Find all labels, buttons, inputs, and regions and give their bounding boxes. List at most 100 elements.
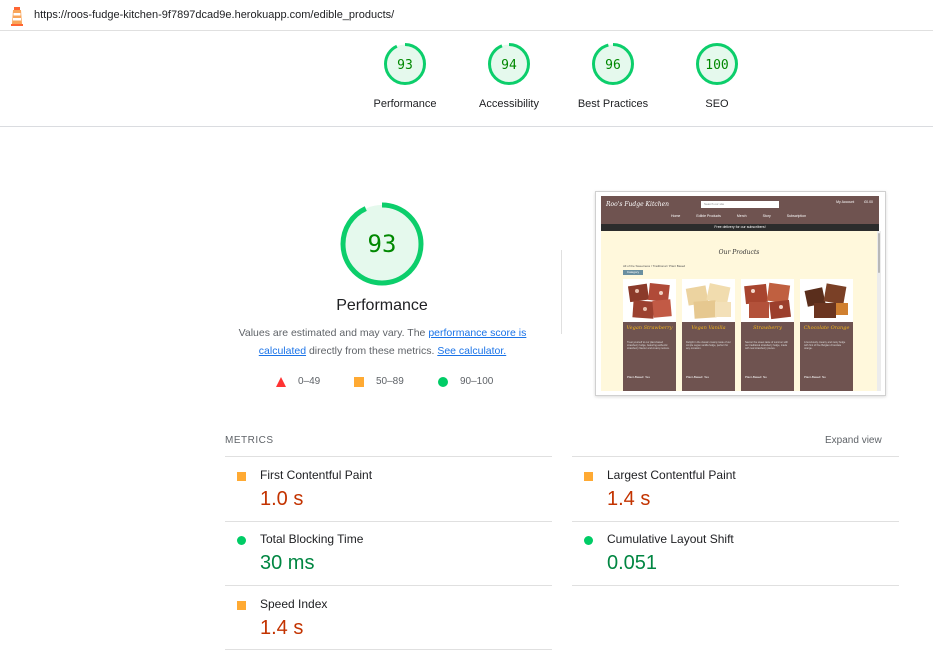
metric-name: Cumulative Layout Shift xyxy=(607,532,734,546)
thumb-banner: Free delivery for our subscribers! xyxy=(601,224,879,231)
thumb-icons: My Account £0.00 xyxy=(836,200,873,204)
square-icon xyxy=(354,376,364,387)
gauge-label: Accessibility xyxy=(479,98,539,110)
thumb-header: Roo's Fudge Kitchen Search our site Home… xyxy=(601,196,879,224)
score-gauges: 93 Performance 94 Accessibility 96 Best … xyxy=(0,42,933,126)
fudge-image xyxy=(741,279,794,322)
performance-gauge: 93 xyxy=(340,202,424,286)
thumb-body: Our Products All of the Sweetness / Trad… xyxy=(601,231,877,391)
thumb-nav: Home Edible Products Merch Story Subscri… xyxy=(671,214,806,218)
final-screenshot[interactable]: Roo's Fudge Kitchen Search our site Home… xyxy=(595,191,886,396)
metric-name: Speed Index xyxy=(260,597,328,611)
gauge-seo[interactable]: 100 SEO xyxy=(672,42,762,110)
metric-name: Largest Contentful Paint xyxy=(607,468,736,482)
metric-value: 30 ms xyxy=(260,552,315,574)
thumb-card-text: A luxuriously creamy and zesty fudge wit… xyxy=(804,341,846,350)
url-bar: https://roos-fudge-kitchen-9f7897dcad9e.… xyxy=(0,0,933,31)
svg-text:93: 93 xyxy=(368,230,397,258)
legend-label: 50–89 xyxy=(376,376,404,387)
thumb-nav-item: Edible Products xyxy=(696,214,721,218)
legend-label: 90–100 xyxy=(460,376,494,387)
metric-name: First Contentful Paint xyxy=(260,468,373,482)
thumb-card-text: Savour the sweet taste of summer with ou… xyxy=(745,341,789,350)
thumb-card: Strawberry Savour the sweet taste of sum… xyxy=(741,279,794,391)
legend-average: 50–89 xyxy=(354,376,404,387)
gauge-performance[interactable]: 93 Performance xyxy=(360,42,450,110)
thumb-scrollbar xyxy=(877,231,881,391)
thumb-account: My Account xyxy=(836,200,855,204)
performance-description: Values are estimated and may vary. The p… xyxy=(230,324,535,360)
svg-text:93: 93 xyxy=(397,58,413,73)
thumb-brand: Roo's Fudge Kitchen xyxy=(606,201,669,208)
fudge-image xyxy=(682,279,735,322)
gauge-ring-icon: 96 xyxy=(592,43,634,85)
desc-text: Values are estimated and may vary. The xyxy=(238,327,429,339)
divider xyxy=(572,585,899,586)
pass-circle-icon xyxy=(237,536,246,545)
thumb-card-text: Treat yourself to our plant-based strawb… xyxy=(627,341,670,350)
see-calculator-link[interactable]: See calculator. xyxy=(437,345,506,357)
svg-text:96: 96 xyxy=(605,58,621,73)
legend-fail: 0–49 xyxy=(276,376,320,387)
average-square-icon xyxy=(237,601,246,610)
average-square-icon xyxy=(584,472,593,481)
metric-value: 1.0 s xyxy=(260,488,304,510)
fudge-image xyxy=(800,279,853,322)
legend-label: 0–49 xyxy=(298,376,321,387)
thumb-nav-item: Home xyxy=(671,214,681,218)
gauge-ring-icon: 93 xyxy=(384,43,426,85)
thumb-card-foot: Plant-Based: No xyxy=(745,375,767,379)
url-text: https://roos-fudge-kitchen-9f7897dcad9e.… xyxy=(34,9,395,21)
gauge-label: Best Practices xyxy=(577,98,649,110)
fudge-image xyxy=(623,279,676,322)
desc-text: directly from these metrics. xyxy=(306,345,438,357)
metric-name: Total Blocking Time xyxy=(260,532,364,546)
thumb-card-title: Vegan Strawberry xyxy=(626,325,673,331)
gauge-label: SEO xyxy=(705,98,729,110)
thumb-card-title: Strawberry xyxy=(753,325,782,331)
thumb-nav-item: Subscription xyxy=(786,214,807,218)
metric-speed-index: Speed Index 1.4 s xyxy=(225,586,550,650)
thumb-card: Vegan Vanilla Delight in the classic cre… xyxy=(682,279,735,391)
divider xyxy=(225,649,552,650)
thumb-search: Search our site xyxy=(701,201,779,208)
gauge-ring-icon: 94 xyxy=(488,43,530,85)
thumb-card: Chocolate Orange A luxuriously creamy an… xyxy=(800,279,853,391)
metric-value: 0.051 xyxy=(607,552,658,574)
pass-circle-icon xyxy=(584,536,593,545)
circle-icon xyxy=(438,376,448,387)
average-square-icon xyxy=(237,472,246,481)
metrics-header: METRICS xyxy=(225,435,274,446)
svg-text:100: 100 xyxy=(705,58,728,73)
svg-text:94: 94 xyxy=(501,58,517,73)
thumb-card-title: Vegan Vanilla xyxy=(691,325,726,331)
metric-value: 1.4 s xyxy=(607,488,651,510)
thumb-bag: £0.00 xyxy=(864,200,873,204)
metric-cumulative-layout-shift: Cumulative Layout Shift 0.051 xyxy=(572,521,897,585)
legend-pass: 90–100 xyxy=(438,376,493,387)
thumb-card-text: Delight in the classic creamy taste of o… xyxy=(686,341,731,350)
thumb-heading: Our Products xyxy=(718,249,760,256)
thumb-card-foot: Plant-Based: Yes xyxy=(627,375,650,379)
metric-largest-contentful-paint: Largest Contentful Paint 1.4 s xyxy=(572,457,897,521)
triangle-icon xyxy=(276,376,286,387)
metric-first-contentful-paint: First Contentful Paint 1.0 s xyxy=(225,457,550,521)
gauge-best-practices[interactable]: 96 Best Practices xyxy=(568,42,658,110)
divider xyxy=(0,126,933,127)
gauge-accessibility[interactable]: 94 Accessibility xyxy=(464,42,554,110)
metric-total-blocking-time: Total Blocking Time 30 ms xyxy=(225,521,550,585)
thumb-pill: Category xyxy=(623,270,643,275)
thumb-card-foot: Plant-Based: No xyxy=(804,375,826,379)
gauge-ring-icon: 100 xyxy=(696,43,738,85)
expand-view-toggle[interactable]: Expand view xyxy=(825,435,882,446)
thumb-nav-item: Story xyxy=(762,214,771,218)
gauge-label: Performance xyxy=(373,98,437,110)
metric-value: 1.4 s xyxy=(260,617,304,639)
divider xyxy=(561,250,562,334)
thumb-card: Vegan Strawberry Treat yourself to our p… xyxy=(623,279,676,391)
thumb-card-title: Chocolate Orange xyxy=(803,325,850,331)
lighthouse-logo-icon xyxy=(11,7,23,26)
thumb-breadcrumb: All of the Sweetness / Traditional / Pla… xyxy=(623,264,686,268)
thumb-card-foot: Plant-Based: Yes xyxy=(686,375,709,379)
thumb-nav-item: Merch xyxy=(736,214,747,218)
